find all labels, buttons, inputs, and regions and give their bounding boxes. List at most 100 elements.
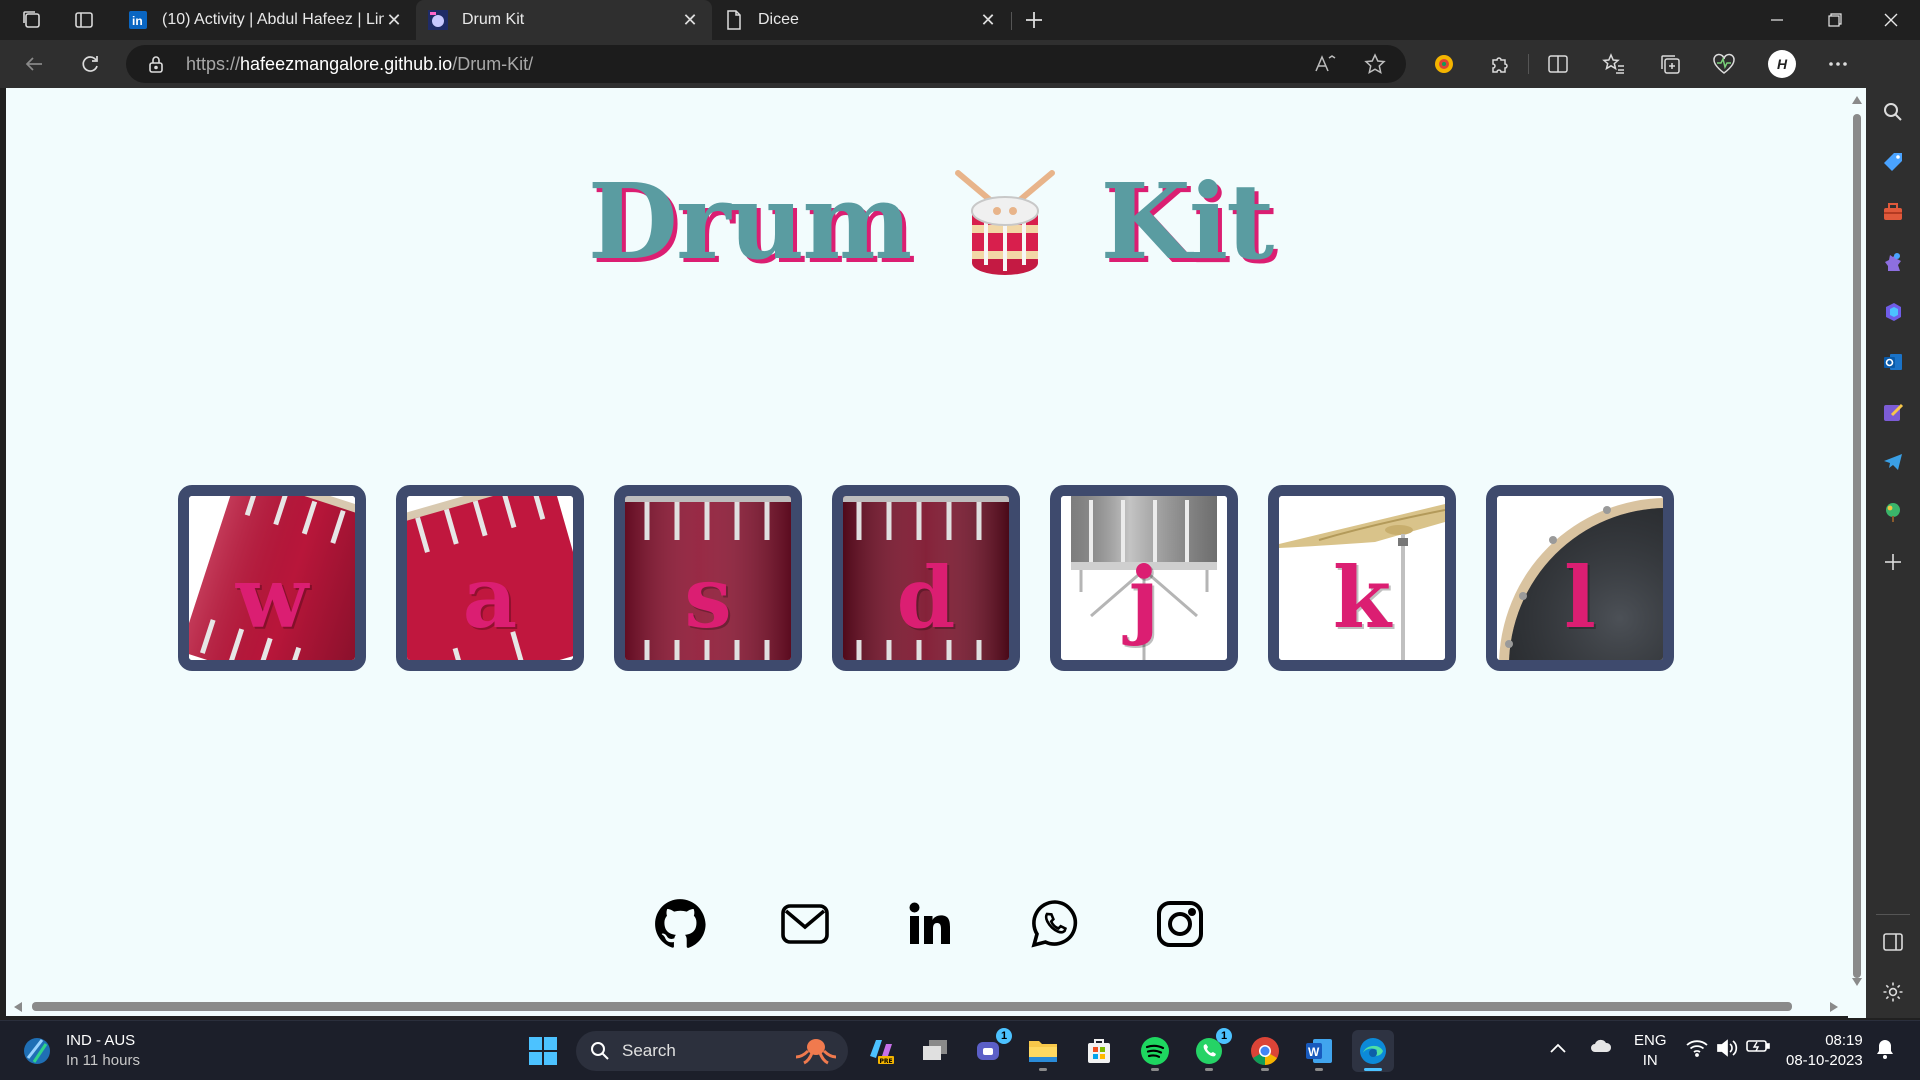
- tab-separator: [1011, 12, 1012, 30]
- profile-initial: H: [1768, 50, 1796, 78]
- pad-key-label: a: [462, 548, 518, 647]
- close-icon[interactable]: ✕: [680, 10, 700, 31]
- show-hidden-icons[interactable]: [1550, 1039, 1566, 1059]
- outlook-icon[interactable]: [1875, 344, 1911, 380]
- more-options-icon[interactable]: [1820, 48, 1856, 80]
- drum-pad-l[interactable]: l: [1486, 485, 1674, 671]
- vertical-scrollbar[interactable]: [1848, 88, 1866, 1018]
- wifi-icon[interactable]: [1686, 1039, 1708, 1063]
- back-button[interactable]: [16, 48, 52, 80]
- designer-icon[interactable]: [1875, 394, 1911, 430]
- pad-key-label: s: [684, 548, 732, 647]
- whatsapp-icon[interactable]: [1029, 898, 1081, 950]
- spotify-icon[interactable]: [1134, 1030, 1176, 1072]
- drum-pad-k[interactable]: k: [1268, 485, 1456, 671]
- tab-title: Dicee: [758, 11, 799, 28]
- lock-icon[interactable]: [148, 55, 164, 78]
- read-aloud-icon[interactable]: [1314, 54, 1336, 79]
- tools-briefcase-icon[interactable]: [1875, 194, 1911, 230]
- tab-dicee[interactable]: Dicee ✕: [712, 0, 1010, 40]
- running-indicator: [1261, 1068, 1269, 1071]
- settings-gear-icon[interactable]: [1875, 974, 1911, 1010]
- games-icon[interactable]: [1875, 244, 1911, 280]
- whatsapp-taskbar-icon[interactable]: 1: [1188, 1028, 1232, 1072]
- copilot-pre-icon[interactable]: PRE: [860, 1030, 902, 1072]
- taskbar-search[interactable]: Search: [576, 1031, 848, 1071]
- hide-sidebar-icon[interactable]: [1875, 924, 1911, 960]
- edge-icon[interactable]: [1352, 1030, 1394, 1072]
- microsoft-365-icon[interactable]: [1875, 294, 1911, 330]
- running-indicator: [1205, 1068, 1213, 1071]
- volume-icon[interactable]: [1716, 1039, 1738, 1063]
- tab-title: Drum Kit: [462, 11, 525, 28]
- scrollbar-thumb[interactable]: [1853, 114, 1861, 978]
- scrollbar-thumb[interactable]: [32, 1002, 1792, 1011]
- workspaces-icon[interactable]: [12, 4, 52, 36]
- chrome-icon[interactable]: [1244, 1030, 1286, 1072]
- url-text[interactable]: https://hafeezmangalore.github.io/Drum-K…: [186, 54, 533, 75]
- restore-button[interactable]: [1806, 0, 1864, 40]
- weather-widget[interactable]: IND - AUS In 11 hours: [22, 1031, 140, 1071]
- battery-icon[interactable]: [1746, 1039, 1770, 1059]
- file-explorer-icon[interactable]: [1022, 1030, 1064, 1072]
- url-bar[interactable]: https://hafeezmangalore.github.io/Drum-K…: [126, 45, 1406, 83]
- task-view-icon[interactable]: [914, 1030, 956, 1072]
- minimize-button[interactable]: [1748, 0, 1806, 40]
- drum-pad-j[interactable]: j: [1050, 485, 1238, 671]
- tab-bar: in (10) Activity | Abdul Hafeez | Linked…: [0, 0, 1920, 40]
- tab-actions-icon[interactable]: [64, 4, 104, 36]
- toolbar-separator: [1528, 54, 1529, 74]
- scroll-right-arrow-icon[interactable]: [1830, 1002, 1838, 1012]
- tree-extension-icon[interactable]: [1875, 494, 1911, 530]
- favorites-icon[interactable]: [1596, 48, 1632, 80]
- collections-icon[interactable]: [1652, 48, 1688, 80]
- onedrive-icon[interactable]: [1590, 1039, 1612, 1059]
- send-telegram-icon[interactable]: [1875, 444, 1911, 480]
- shopping-tag-icon[interactable]: [1875, 144, 1911, 180]
- browser-essentials-icon[interactable]: [1706, 48, 1742, 80]
- teams-chat-icon[interactable]: 1: [968, 1028, 1012, 1072]
- add-icon[interactable]: [1875, 544, 1911, 580]
- refresh-button[interactable]: [72, 48, 108, 80]
- weather-title: IND - AUS: [66, 1032, 136, 1049]
- split-screen-icon[interactable]: [1540, 48, 1576, 80]
- close-icon[interactable]: ✕: [384, 10, 404, 31]
- svg-text:PRE: PRE: [880, 1058, 893, 1065]
- url-scheme: https://: [186, 54, 241, 74]
- instagram-icon[interactable]: [1154, 898, 1206, 950]
- scroll-down-arrow-icon[interactable]: [1852, 978, 1862, 986]
- microsoft-store-icon[interactable]: [1078, 1030, 1120, 1072]
- address-bar: https://hafeezmangalore.github.io/Drum-K…: [0, 40, 1920, 88]
- new-tab-button[interactable]: [1014, 4, 1054, 36]
- profile-avatar[interactable]: H: [1764, 48, 1800, 80]
- drum-pad-s[interactable]: s: [614, 485, 802, 671]
- pad-key-label: j: [1128, 548, 1160, 647]
- drum-pad-a[interactable]: a: [396, 485, 584, 671]
- close-window-button[interactable]: [1862, 0, 1920, 40]
- tab-drum-kit[interactable]: Drum Kit ✕: [416, 0, 712, 40]
- pad-key-label: d: [896, 548, 956, 647]
- drum-pad-w[interactable]: w: [178, 485, 366, 671]
- pad-key-label: w: [235, 548, 309, 647]
- scroll-left-arrow-icon[interactable]: [14, 1002, 22, 1012]
- start-button[interactable]: [522, 1030, 564, 1072]
- search-icon[interactable]: [1875, 94, 1911, 130]
- horizontal-scrollbar[interactable]: [6, 996, 1848, 1016]
- extensions-puzzle-icon[interactable]: [1482, 48, 1518, 80]
- drum-pads: w a s d j k l: [178, 485, 1674, 671]
- language-indicator[interactable]: ENG IN: [1634, 1031, 1667, 1071]
- close-icon[interactable]: ✕: [978, 10, 998, 31]
- mail-icon[interactable]: [779, 898, 831, 950]
- clock-time: 08:19: [1825, 1032, 1863, 1049]
- notifications-bell-icon[interactable]: [1876, 1039, 1894, 1065]
- drum-pad-d[interactable]: d: [832, 485, 1020, 671]
- cricket-icon: [24, 1038, 50, 1064]
- scroll-up-arrow-icon[interactable]: [1852, 96, 1862, 104]
- word-icon[interactable]: W: [1298, 1030, 1340, 1072]
- tab-linkedin[interactable]: in (10) Activity | Abdul Hafeez | Linked…: [116, 0, 416, 40]
- clock[interactable]: 08:19 08-10-2023: [1786, 1031, 1863, 1071]
- favorite-star-icon[interactable]: [1364, 53, 1386, 80]
- linkedin-icon[interactable]: [904, 898, 956, 950]
- github-icon[interactable]: [654, 898, 706, 950]
- extension-colorful-icon[interactable]: [1426, 48, 1462, 80]
